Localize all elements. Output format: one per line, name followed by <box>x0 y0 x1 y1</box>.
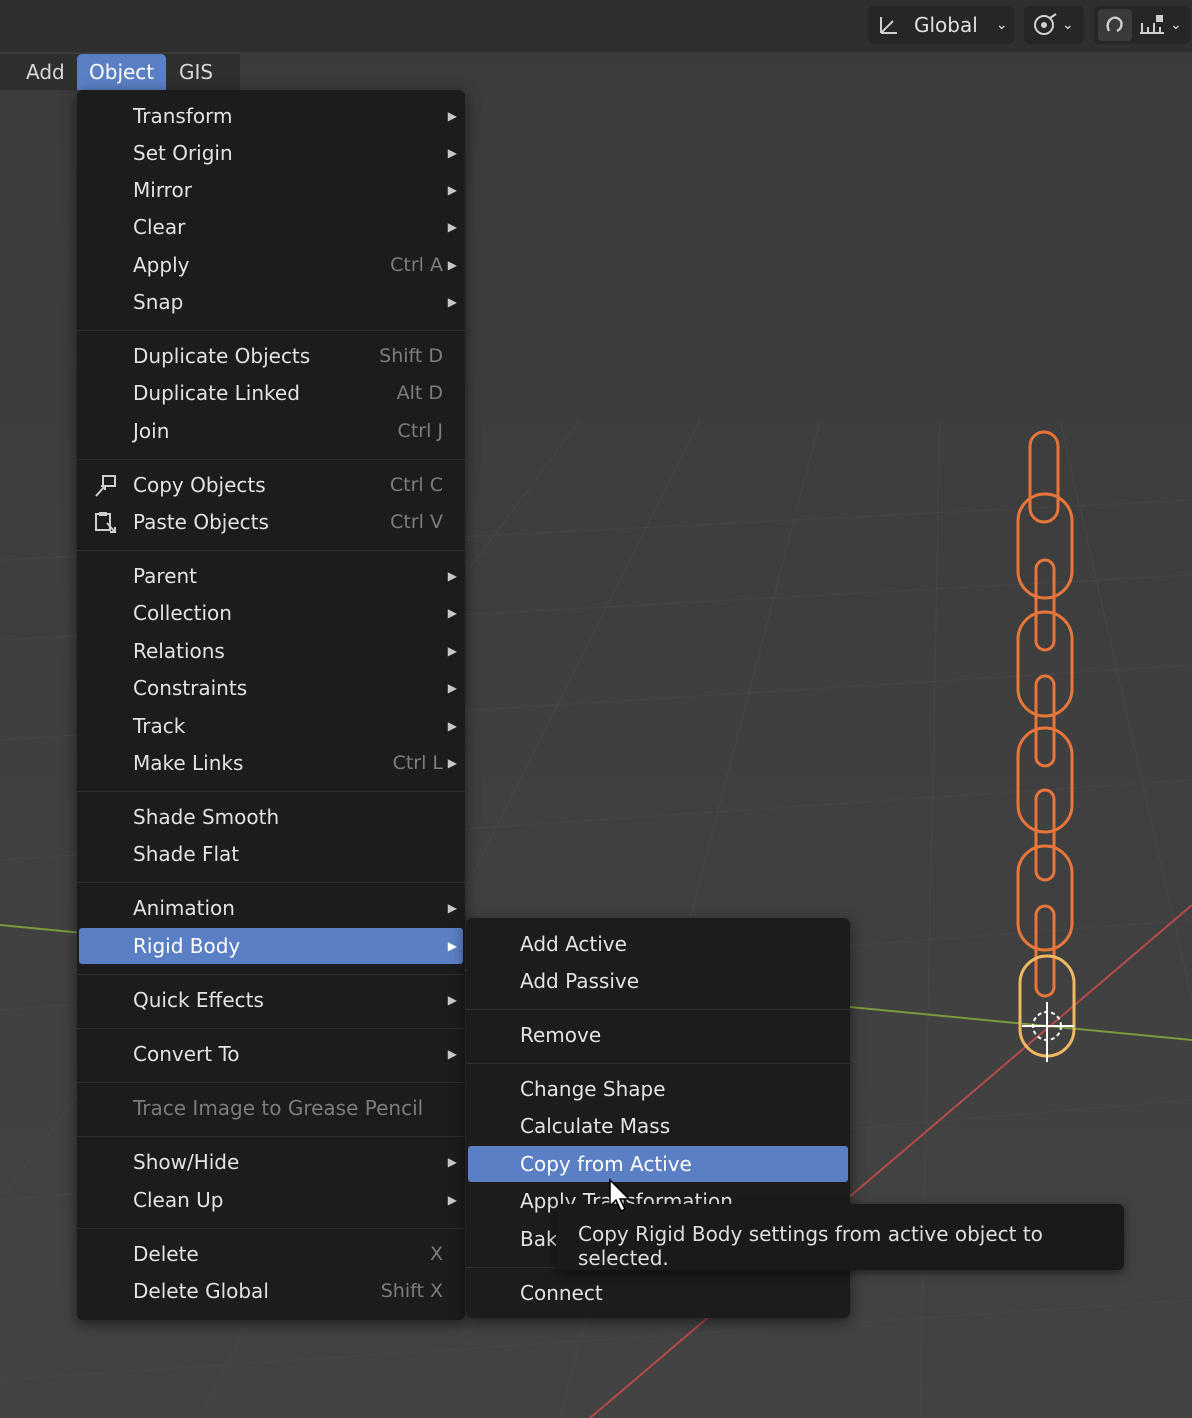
menu-item-remove[interactable]: Remove <box>468 1017 848 1053</box>
menu-separator <box>77 974 465 975</box>
menu-separator <box>77 330 465 331</box>
menu-item-make-links[interactable]: Make Links Ctrl L ▶ <box>79 745 463 781</box>
submenu-arrow-icon: ▶ <box>447 1193 457 1207</box>
submenu-arrow-icon: ▶ <box>447 109 457 123</box>
submenu-arrow-icon: ▶ <box>447 569 457 583</box>
submenu-arrow-icon: ▶ <box>447 1155 457 1169</box>
menu-item-set-origin[interactable]: Set Origin ▶ <box>79 135 463 171</box>
menu-item-show-hide[interactable]: Show/Hide ▶ <box>79 1144 463 1180</box>
copy-icon <box>93 473 119 497</box>
menu-item-copy-objects[interactable]: Copy Objects Ctrl C <box>79 467 463 503</box>
menu-item-quick-effects[interactable]: Quick Effects ▶ <box>79 982 463 1018</box>
menu-item-trace-image: Trace Image to Grease Pencil <box>133 1096 424 1120</box>
submenu-arrow-icon: ▶ <box>447 606 457 620</box>
menu-item-change-shape[interactable]: Change Shape <box>468 1071 848 1107</box>
menu-item-shade-smooth[interactable]: Shade Smooth <box>79 799 463 835</box>
mouse-cursor-icon <box>608 1178 634 1214</box>
menu-item-track[interactable]: Track ▶ <box>79 708 463 744</box>
submenu-arrow-icon: ▶ <box>447 939 457 953</box>
submenu-arrow-icon: ▶ <box>447 644 457 658</box>
transform-orientation-icon <box>876 13 902 37</box>
menu-item-animation[interactable]: Animation ▶ <box>79 890 463 926</box>
submenu-arrow-icon: ▶ <box>447 901 457 915</box>
object-menu: Transform ▶ Set Origin ▶ Mirror ▶ Clear ▶ Ap… <box>77 90 465 1320</box>
tooltip: Copy Rigid Body settings from active obj… <box>556 1204 1124 1270</box>
pivot-icon <box>1032 12 1060 38</box>
submenu-arrow-icon: ▶ <box>447 1047 457 1061</box>
menu-item-connect[interactable]: Connect <box>468 1275 848 1311</box>
menu-item-constraints[interactable]: Constraints ▶ <box>79 670 463 706</box>
tooltip-text: Copy Rigid Body settings from active obj… <box>578 1222 1043 1270</box>
menu-separator <box>77 1082 465 1083</box>
menu-item-snap[interactable]: Snap ▶ <box>79 284 463 320</box>
menu-object[interactable]: Object <box>77 54 167 90</box>
pivot-point-dropdown[interactable]: ⌄ <box>1024 6 1084 44</box>
menu-item-clear[interactable]: Clear ▶ <box>79 209 463 245</box>
snap-icon[interactable] <box>1098 9 1132 41</box>
menu-item-collection[interactable]: Collection ▶ <box>79 595 463 631</box>
menu-separator <box>77 550 465 551</box>
menu-item-copy-from-active[interactable]: Copy from Active <box>468 1146 848 1182</box>
submenu-arrow-icon: ▶ <box>447 681 457 695</box>
menu-item-parent[interactable]: Parent ▶ <box>79 558 463 594</box>
menu-item-duplicate-linked[interactable]: Duplicate Linked Alt D <box>79 375 463 411</box>
submenu-arrow-icon: ▶ <box>447 220 457 234</box>
submenu-arrow-icon: ▶ <box>447 183 457 197</box>
paste-icon <box>93 510 119 534</box>
snap-controls[interactable]: ⌄ <box>1094 6 1190 44</box>
menu-separator <box>466 1009 850 1010</box>
menu-separator <box>77 1228 465 1229</box>
chevron-down-icon: ⌄ <box>995 17 1008 33</box>
submenu-arrow-icon: ▶ <box>447 295 457 309</box>
menu-gis[interactable]: GIS <box>167 54 225 90</box>
transform-orientation-dropdown[interactable]: Global ⌄ <box>868 6 1014 44</box>
chevron-down-icon: ⌄ <box>1062 17 1074 33</box>
menu-item-shade-flat[interactable]: Shade Flat <box>79 836 463 872</box>
menu-separator <box>77 459 465 460</box>
menu-item-convert-to[interactable]: Convert To ▶ <box>79 1036 463 1072</box>
menu-item-duplicate-objects[interactable]: Duplicate Objects Shift D <box>79 338 463 374</box>
menu-item-join[interactable]: Join Ctrl J <box>79 413 463 449</box>
menu-item-relations[interactable]: Relations ▶ <box>79 633 463 669</box>
menu-add[interactable]: Add <box>14 54 77 90</box>
menu-separator <box>77 1136 465 1137</box>
menu-separator <box>466 1063 850 1064</box>
menu-item-delete[interactable]: Delete X <box>79 1236 463 1272</box>
menu-item-mirror[interactable]: Mirror ▶ <box>79 172 463 208</box>
menu-item-apply[interactable]: Apply Ctrl A ▶ <box>79 247 463 283</box>
snap-increment-icon[interactable] <box>1138 13 1166 37</box>
menu-item-rigid-body[interactable]: Rigid Body ▶ <box>79 928 463 964</box>
menu-item-add-active[interactable]: Add Active <box>468 926 848 962</box>
orientation-label: Global <box>914 13 978 37</box>
menu-separator <box>77 791 465 792</box>
menu-item-clean-up[interactable]: Clean Up ▶ <box>79 1182 463 1218</box>
submenu-arrow-icon: ▶ <box>447 993 457 1007</box>
menu-item-add-passive[interactable]: Add Passive <box>468 963 848 999</box>
submenu-arrow-icon: ▶ <box>447 719 457 733</box>
menu-item-delete-global[interactable]: Delete Global Shift X <box>79 1273 463 1309</box>
menu-item-transform[interactable]: Transform ▶ <box>79 98 463 134</box>
menu-item-calculate-mass[interactable]: Calculate Mass <box>468 1108 848 1144</box>
submenu-arrow-icon: ▶ <box>447 258 457 272</box>
submenu-arrow-icon: ▶ <box>447 756 457 770</box>
chevron-down-icon: ⌄ <box>1170 17 1182 33</box>
menu-item-paste-objects[interactable]: Paste Objects Ctrl V <box>79 504 463 540</box>
menu-separator <box>77 882 465 883</box>
submenu-arrow-icon: ▶ <box>447 146 457 160</box>
menu-separator <box>77 1028 465 1029</box>
